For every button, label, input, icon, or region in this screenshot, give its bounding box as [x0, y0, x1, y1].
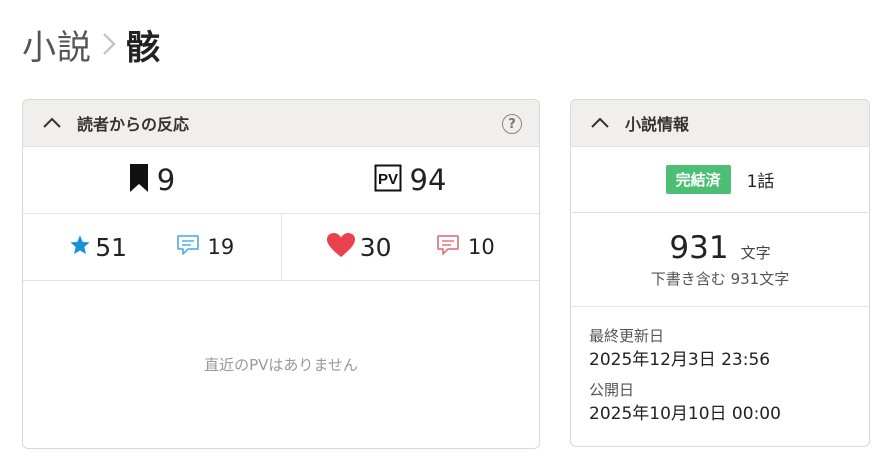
bookmark-icon [129, 163, 149, 197]
novel-info-card: 小説情報 完結済 1話 931 文字 下書き含む 931文字 最終更新日 202… [570, 99, 870, 447]
heart-stat: 30 [326, 232, 392, 262]
comment-icon [436, 234, 460, 260]
word-count: 931 [669, 230, 729, 266]
breadcrumb: 小説 骸 [22, 24, 160, 68]
word-count-line: 931 文字 [669, 230, 770, 266]
dates-section: 最終更新日 2025年12月3日 23:56 公開日 2025年10月10日 0… [571, 307, 869, 427]
completion-row: 完結済 1話 [571, 147, 869, 213]
page-title: 骸 [126, 27, 160, 68]
chevron-up-icon[interactable] [41, 112, 63, 134]
help-icon[interactable]: ? [502, 114, 522, 134]
star-comment-count: 19 [207, 235, 235, 259]
chevron-up-icon[interactable] [589, 112, 611, 134]
heart-icon [326, 232, 356, 262]
star-icon [69, 234, 91, 260]
bookmark-stat: 9 [23, 147, 281, 213]
reactions-primary-row: 9 PV 94 [23, 147, 539, 214]
novel-info-card-header[interactable]: 小説情報 [571, 100, 869, 147]
reactions-secondary-row: 51 19 30 10 [23, 214, 539, 281]
reactions-card-header[interactable]: 読者からの反応 ? [23, 100, 539, 147]
draft-word-count: 下書き含む 931文字 [650, 270, 790, 288]
word-count-section: 931 文字 下書き含む 931文字 [571, 213, 869, 307]
reactions-card-title: 読者からの反応 [77, 115, 190, 134]
heart-count: 30 [359, 232, 392, 262]
star-count: 51 [95, 232, 128, 262]
heart-comment-stat: 10 [436, 234, 495, 260]
updated-value: 2025年12月3日 23:56 [589, 350, 771, 370]
pv-icon: PV [374, 164, 402, 196]
star-stat: 51 [69, 233, 127, 262]
heart-comment-count: 10 [468, 235, 495, 259]
updated-label: 最終更新日 [589, 327, 665, 345]
bookmark-count: 9 [156, 163, 176, 197]
pv-stat: PV 94 [281, 147, 539, 213]
published-value: 2025年10月10日 00:00 [589, 404, 781, 424]
star-reactions: 51 19 [23, 214, 281, 280]
word-count-unit: 文字 [740, 244, 771, 262]
pv-count: 94 [409, 163, 447, 197]
comment-icon [176, 234, 200, 260]
chevron-right-icon [96, 24, 122, 64]
episode-count: 1話 [746, 172, 775, 192]
pv-empty-message: 直近のPVはありません [204, 355, 358, 374]
novel-info-card-title: 小説情報 [625, 115, 690, 134]
heart-reactions: 30 10 [280, 214, 540, 280]
breadcrumb-parent-link[interactable]: 小説 [22, 20, 92, 69]
status-badge: 完結済 [665, 165, 731, 194]
pv-icon-label: PV [378, 171, 398, 188]
star-comment-stat: 19 [176, 234, 235, 260]
published-label: 公開日 [589, 381, 635, 399]
reactions-card: 読者からの反応 ? 9 PV 94 51 19 30 10 直近のPVはありませ… [22, 99, 540, 449]
